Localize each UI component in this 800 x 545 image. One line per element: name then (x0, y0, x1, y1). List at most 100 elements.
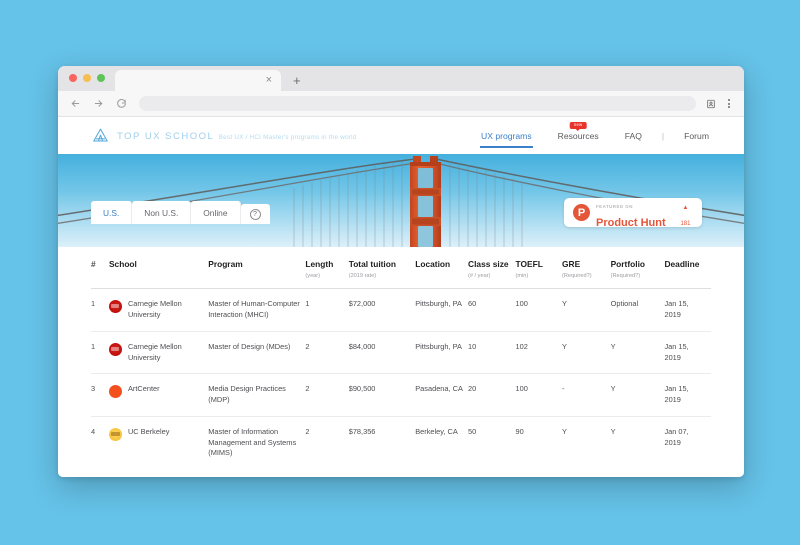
column-header-school[interactable]: School (109, 247, 208, 289)
cell-tuition: $78,356 (349, 416, 416, 469)
browser-toolbar (58, 91, 744, 117)
cell-gre: Y (562, 289, 611, 331)
column-header-total-tuition[interactable]: Total tuition(2019 rate) (349, 247, 416, 289)
nav-label: Forum (684, 131, 709, 141)
forward-arrow-icon[interactable] (89, 95, 107, 113)
cell-class-size: 10 (468, 331, 516, 373)
product-hunt-badge[interactable]: P FEATURED ON Product Hunt ▲ 181 (564, 198, 702, 227)
upvote-caret-icon: ▲ (682, 205, 688, 211)
header-sublabel: (Required?) (562, 273, 606, 280)
nav-item-resources[interactable]: new Resources (545, 131, 612, 141)
cell-program: Media Design Practices (MDP) (208, 374, 305, 416)
cell-location: Pasadena, CA (415, 374, 468, 416)
product-hunt-logo-icon: P (573, 204, 590, 221)
cell-toefl: 100 (516, 374, 562, 416)
cell-location: Pittsburgh, PA (415, 289, 468, 331)
site-logo[interactable]: TOP UX SCHOOL Best UX / HCI Master's pro… (91, 126, 357, 145)
tab-online[interactable]: Online (191, 201, 240, 224)
nav-label: Resources (558, 131, 599, 141)
column-header-length[interactable]: Length(year) (305, 247, 348, 289)
cell-toefl: 100 (516, 289, 562, 331)
column-header-toefl[interactable]: TOEFL(min) (516, 247, 562, 289)
cell-portfolio: Optional (611, 289, 665, 331)
address-bar[interactable] (139, 96, 696, 111)
question-mark-icon: ? (250, 209, 261, 220)
cell-toefl: 102 (516, 331, 562, 373)
cell-rank: 4 (91, 416, 109, 469)
header-label: Length (305, 259, 333, 269)
minimize-window-button[interactable] (83, 74, 91, 82)
website-viewport: TOP UX SCHOOL Best UX / HCI Master's pro… (58, 117, 744, 477)
logo-subtitle: Best UX / HCI Master's programs in the w… (219, 134, 357, 141)
header-label: TOEFL (516, 259, 543, 269)
school-name: Carnegie Mellon University (128, 342, 203, 363)
cell-school: UC Berkeley (109, 416, 208, 469)
nav-label: UX programs (481, 131, 532, 141)
maximize-window-button[interactable] (97, 74, 105, 82)
window-controls[interactable] (69, 74, 105, 82)
column-header-class-size[interactable]: Class size(# / year) (468, 247, 516, 289)
browser-tab[interactable]: × (115, 70, 281, 91)
column-header-rank[interactable]: # (91, 247, 109, 289)
header-sublabel: (# / year) (468, 273, 511, 280)
product-hunt-upvotes[interactable]: ▲ 181 (678, 197, 693, 229)
cell-length: 2 (305, 374, 348, 416)
cell-class-size: 20 (468, 374, 516, 416)
column-header-program[interactable]: Program (208, 247, 305, 289)
cell-school: ArtCenter (109, 374, 208, 416)
column-header-deadline[interactable]: Deadline (664, 247, 711, 289)
header-label: Location (415, 259, 450, 269)
cell-program: Master of Human-Computer Interaction (MH… (208, 289, 305, 331)
logo-title: TOP UX SCHOOL (117, 131, 214, 142)
table-row[interactable]: 1 Carnegie Mellon University Master of D… (91, 331, 711, 373)
column-header-gre[interactable]: GRE(Required?) (562, 247, 611, 289)
cell-program: Master of Design (MDes) (208, 331, 305, 373)
browser-titlebar: × + (58, 66, 744, 91)
table-row[interactable]: 4 UC Berkeley Master of Information Mana… (91, 416, 711, 469)
tab-us[interactable]: U.S. (91, 201, 132, 224)
cell-deadline: Jan 15, 2019 (664, 289, 711, 331)
header-label: Program (208, 259, 242, 269)
cell-tuition: $90,500 (349, 374, 416, 416)
tab-non-us[interactable]: Non U.S. (132, 201, 191, 224)
cell-portfolio: Y (611, 374, 665, 416)
header-label: # (91, 259, 96, 269)
header-sublabel: (2019 rate) (349, 273, 411, 280)
table-body: 1 Carnegie Mellon University Master of H… (91, 289, 711, 469)
table-row[interactable]: 1 Carnegie Mellon University Master of H… (91, 289, 711, 331)
nav-item-ux-programs[interactable]: UX programs (468, 131, 545, 141)
school-name: ArtCenter (128, 384, 160, 395)
new-tab-button[interactable]: + (293, 74, 301, 87)
cell-class-size: 60 (468, 289, 516, 331)
reload-icon[interactable] (112, 95, 130, 113)
cell-school: Carnegie Mellon University (109, 289, 208, 331)
column-header-portfolio[interactable]: Portfolio(Required?) (611, 247, 665, 289)
table-row[interactable]: 3 ArtCenter Media Design Practices (MDP)… (91, 374, 711, 416)
artcenter-crest-icon (109, 385, 122, 398)
cell-school: Carnegie Mellon University (109, 331, 208, 373)
nav-item-forum[interactable]: Forum (671, 131, 722, 141)
cell-location: Pittsburgh, PA (415, 331, 468, 373)
cell-portfolio: Y (611, 331, 665, 373)
cell-gre: Y (562, 416, 611, 469)
programs-table: # School Program Length(year) Total tuit… (91, 247, 711, 469)
cell-gre: - (562, 374, 611, 416)
cell-tuition: $84,000 (349, 331, 416, 373)
table-head: # School Program Length(year) Total tuit… (91, 247, 711, 289)
kebab-menu-icon[interactable] (721, 96, 736, 111)
help-tab[interactable]: ? (241, 204, 270, 224)
product-hunt-featured-label: FEATURED ON (596, 204, 633, 209)
cell-rank: 3 (91, 374, 109, 416)
cmu-crest-icon (109, 343, 122, 356)
nav-item-faq[interactable]: FAQ (612, 131, 655, 141)
close-window-button[interactable] (69, 74, 77, 82)
profile-icon[interactable] (703, 96, 718, 111)
cmu-crest-icon (109, 300, 122, 313)
cell-toefl: 90 (516, 416, 562, 469)
back-arrow-icon[interactable] (66, 95, 84, 113)
header-label: Portfolio (611, 259, 645, 269)
column-header-location[interactable]: Location (415, 247, 468, 289)
nav-label: FAQ (625, 131, 642, 141)
close-tab-icon[interactable]: × (266, 75, 272, 86)
cell-deadline: Jan 07, 2019 (664, 416, 711, 469)
